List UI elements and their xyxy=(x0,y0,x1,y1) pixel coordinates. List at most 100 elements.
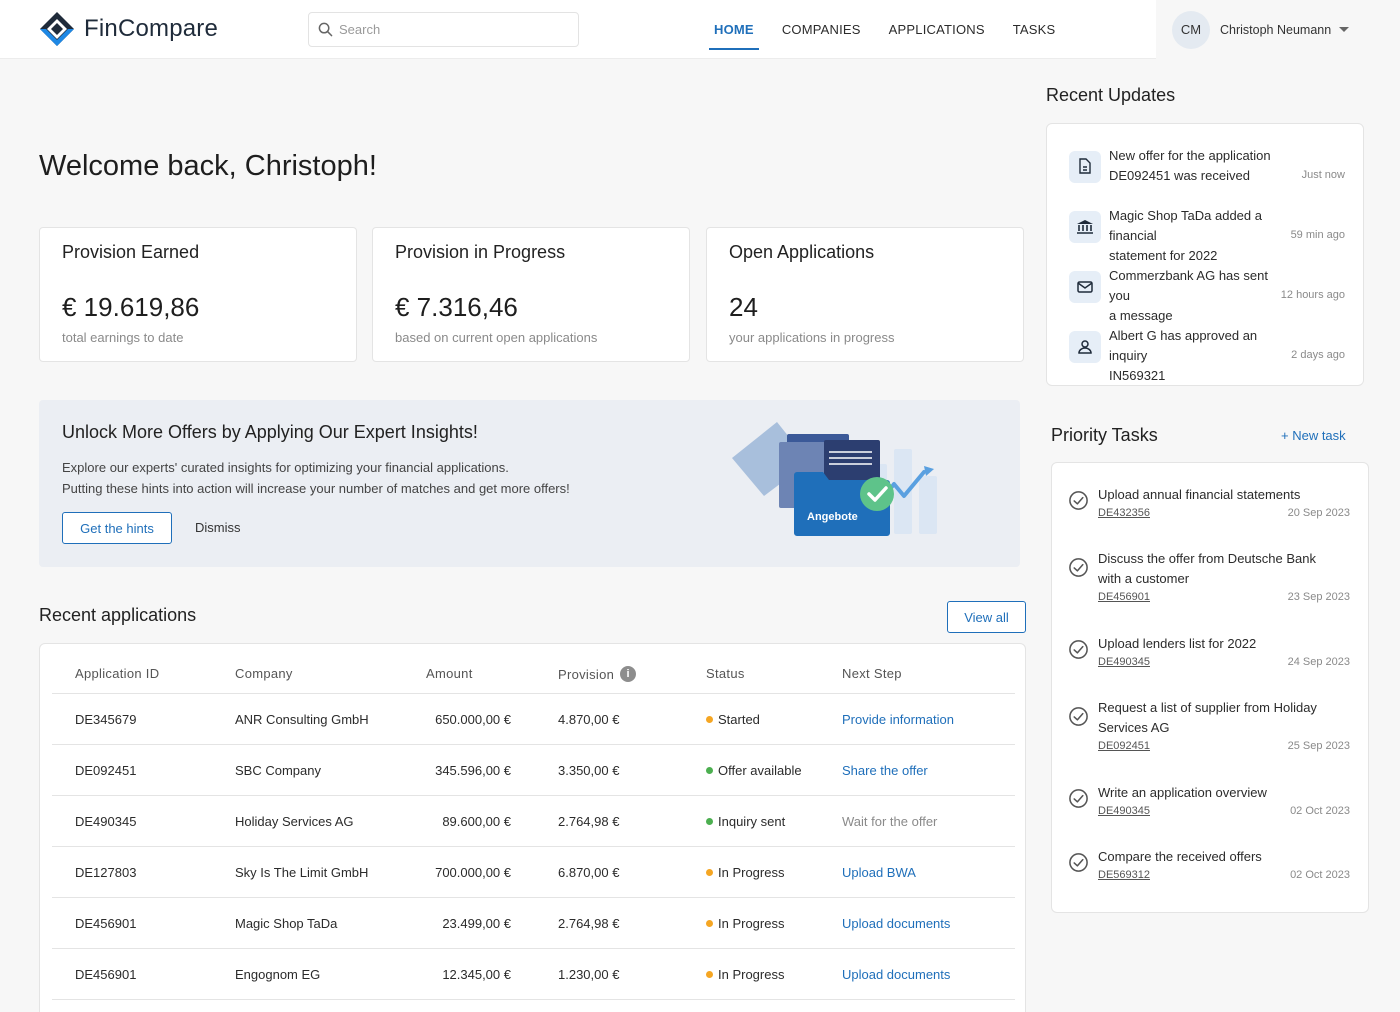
recent-updates-title: Recent Updates xyxy=(1046,85,1176,105)
task-due-date: 20 Sep 2023 xyxy=(1287,507,1350,519)
next-step-link[interactable]: Upload documents xyxy=(842,967,950,982)
cell-provision: 6.870,00 € xyxy=(558,865,620,880)
table-row[interactable]: DE456901 Engognom EG 12.345,00 € 1.230,00 €… xyxy=(52,949,1015,1000)
nav-applications[interactable]: APPLICATIONS xyxy=(875,0,999,59)
update-line-2: statement for 2022 xyxy=(1109,248,1218,263)
banner-line-1: Explore our experts' curated insights fo… xyxy=(62,460,509,475)
task-complete-checkbox-icon[interactable] xyxy=(1068,852,1089,873)
column-label: Next Step xyxy=(842,666,902,681)
chevron-down-icon[interactable] xyxy=(1339,27,1350,32)
update-item[interactable]: Commerzbank AG has sent you a message 12 h… xyxy=(1069,266,1349,323)
column-label: Application ID xyxy=(75,666,160,681)
update-line-1: Magic Shop TaDa added a financial xyxy=(1109,208,1262,243)
column-header-provision[interactable]: Provision i xyxy=(558,666,637,682)
recent-applications-title: Recent applications xyxy=(39,605,197,625)
status-text: Started xyxy=(718,712,760,727)
update-text: Commerzbank AG has sent you a message xyxy=(1109,266,1284,326)
dismiss-button[interactable]: Dismiss xyxy=(195,520,241,535)
kpi-provision-in-progress: Provision in Progress € 7.316,46 based o… xyxy=(372,227,690,362)
brand-logo[interactable]: FinCompare xyxy=(38,10,218,48)
column-header-next-step[interactable]: Next Step xyxy=(842,666,902,681)
task-line-1: Request a list of supplier from Holiday xyxy=(1098,700,1317,715)
update-line-2: DE092451 was received xyxy=(1109,168,1250,183)
next-step-link[interactable]: Provide information xyxy=(842,712,954,727)
status-dot-icon xyxy=(706,716,713,723)
view-all-button[interactable]: View all xyxy=(947,601,1026,633)
next-step-text: Wait for the offer xyxy=(842,814,938,829)
next-step-link[interactable]: Upload documents xyxy=(842,916,950,931)
priority-tasks-title: Priority Tasks xyxy=(1051,425,1158,445)
task-complete-checkbox-icon[interactable] xyxy=(1068,706,1089,727)
update-text: Albert G has approved an inquiry IN569321 xyxy=(1109,326,1284,386)
status-text: Inquiry sent xyxy=(718,814,786,829)
next-step-link[interactable]: Share the offer xyxy=(842,763,928,778)
column-header-amount[interactable]: Amount xyxy=(426,666,473,681)
task-complete-checkbox-icon[interactable] xyxy=(1068,557,1089,578)
task-application-link[interactable]: DE569312 xyxy=(1098,869,1150,881)
column-header-id[interactable]: Application ID xyxy=(75,666,159,681)
table-row[interactable]: DE456901 Magic Shop TaDa 23.499,00 € 2.764,… xyxy=(52,898,1015,949)
nav-tasks[interactable]: TASKS xyxy=(999,0,1070,59)
next-step-link[interactable]: Upload BWA xyxy=(842,865,916,880)
banner-text: Explore our experts' curated insights fo… xyxy=(62,457,570,499)
table-row[interactable]: DE490345 Holiday Services AG 89.600,00 € 2.… xyxy=(52,796,1015,847)
column-label: Provision xyxy=(558,666,615,682)
status-badge: Started xyxy=(706,712,760,727)
update-text: New offer for the application DE092451 wa… xyxy=(1109,146,1284,186)
update-item[interactable]: New offer for the application DE092451 wa… xyxy=(1069,146,1349,196)
task-complete-checkbox-icon[interactable] xyxy=(1068,788,1089,809)
nav-home[interactable]: HOME xyxy=(700,0,768,59)
update-line-1: Commerzbank AG has sent you xyxy=(1109,268,1268,303)
task-application-link[interactable]: DE490345 xyxy=(1098,656,1150,668)
cell-company: SBC Company xyxy=(235,763,321,778)
table-row[interactable]: DE127803 Sky Is The Limit GmbH 700.000,00 … xyxy=(52,847,1015,898)
update-time: 59 min ago xyxy=(1290,229,1345,241)
cell-company: Engognom EG xyxy=(235,967,321,982)
task-application-link[interactable]: DE092451 xyxy=(1098,740,1150,752)
table-row[interactable]: DE092451 SBC Company 345.596,00 € 3.350,00 … xyxy=(52,745,1015,796)
task-application-link[interactable]: DE456901 xyxy=(1098,591,1150,603)
status-badge: Offer available xyxy=(706,763,802,778)
document-icon xyxy=(1069,151,1101,183)
task-line-1: Compare the received offers xyxy=(1098,849,1262,864)
status-text: In Progress xyxy=(718,916,785,931)
column-label: Amount xyxy=(426,666,473,681)
new-task-button[interactable]: + New task xyxy=(1281,428,1346,443)
table-row[interactable]: DE345679 ANR Consulting GmbH 650.000,00 € 4… xyxy=(52,694,1015,745)
column-header-company[interactable]: Company xyxy=(235,666,293,681)
update-item[interactable]: Albert G has approved an inquiry IN569321… xyxy=(1069,326,1349,383)
update-line-1: Albert G has approved an inquiry xyxy=(1109,328,1258,363)
get-hints-button[interactable]: Get the hints xyxy=(62,512,172,544)
column-label: Status xyxy=(706,666,745,681)
avatar[interactable]: CM xyxy=(1172,10,1210,49)
search-input[interactable] xyxy=(339,22,569,37)
folder-label: Angebote xyxy=(807,511,858,523)
status-badge: In Progress xyxy=(706,865,784,880)
status-text: In Progress xyxy=(718,967,785,982)
kpi-provision-earned: Provision Earned € 19.619,86 total earni… xyxy=(39,227,357,362)
cell-amount: 23.499,00 € xyxy=(442,916,511,931)
kpi-title: Open Applications xyxy=(729,242,875,262)
nav-companies[interactable]: COMPANIES xyxy=(768,0,875,59)
top-bar: FinCompare HOME COMPANIES APPLICATIONS T… xyxy=(0,0,1400,59)
update-item[interactable]: Magic Shop TaDa added a financial stateme… xyxy=(1069,206,1349,263)
info-icon[interactable]: i xyxy=(620,666,637,682)
status-dot-icon xyxy=(706,818,713,825)
column-header-status[interactable]: Status xyxy=(706,666,745,681)
main-nav: HOME COMPANIES APPLICATIONS TASKS xyxy=(700,0,1069,59)
user-menu[interactable]: CM Christoph Neumann xyxy=(1156,0,1400,59)
task-application-link[interactable]: DE490345 xyxy=(1098,805,1150,817)
search-box[interactable] xyxy=(308,12,579,47)
bank-icon xyxy=(1069,211,1101,243)
task-line-1: Upload annual financial statements xyxy=(1098,487,1301,502)
fincompare-logo-icon xyxy=(40,12,74,46)
kpi-value: € 7.316,46 xyxy=(395,292,518,322)
task-application-link[interactable]: DE432356 xyxy=(1098,507,1150,519)
task-complete-checkbox-icon[interactable] xyxy=(1068,639,1089,660)
task-due-date: 02 Oct 2023 xyxy=(1290,869,1350,881)
search-icon xyxy=(318,22,333,37)
cell-amount: 89.600,00 € xyxy=(442,814,511,829)
task-complete-checkbox-icon[interactable] xyxy=(1068,490,1089,511)
offers-folder-illustration: Angebote xyxy=(732,422,937,536)
cell-id: DE127803 xyxy=(75,865,137,880)
